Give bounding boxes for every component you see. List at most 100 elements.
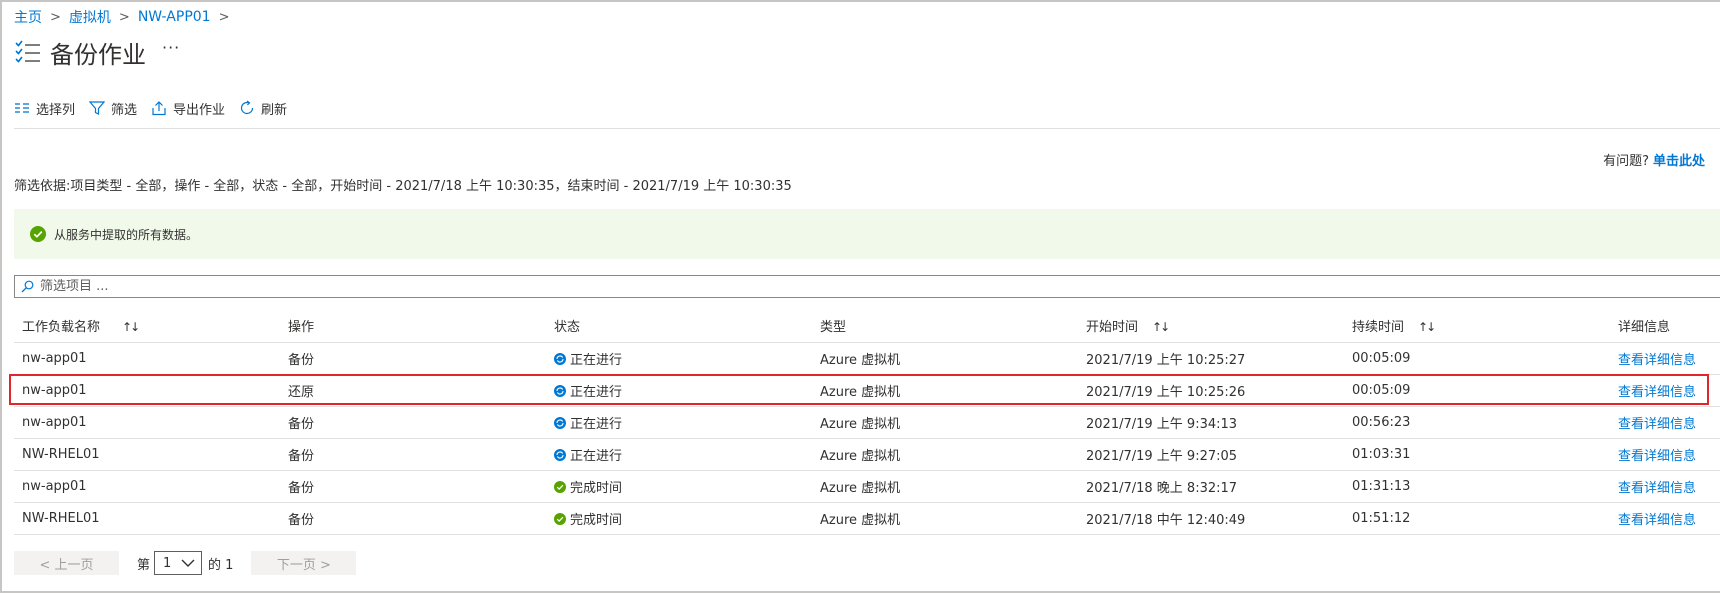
cell-status: 完成时间 <box>546 509 812 528</box>
breadcrumb-separator: > <box>218 9 230 25</box>
table-row[interactable]: nw-app01 备份 完成时间 Azure 虚拟机 2021/7/18 晚上 … <box>14 471 1720 503</box>
breadcrumb-vm-name[interactable]: NW-APP01 <box>138 9 211 25</box>
jobs-table: 工作负载名称 ↑↓ 操作 状态 类型 开始时间 ↑↓ 持续时间 ↑↓ 详细信息 nw-… <box>14 308 1720 535</box>
cell-status: 完成时间 <box>546 477 812 496</box>
column-header-workload[interactable]: 工作负载名称 ↑↓ <box>14 316 280 335</box>
page-total: 的 1 <box>208 557 234 573</box>
cell-workload: nw-app01 <box>22 415 87 430</box>
breadcrumb: 主页 > 虚拟机 > NW-APP01 > <box>14 6 238 28</box>
cell-duration: 01:03:31 <box>1352 447 1411 462</box>
cell-status: 正在进行 <box>546 349 812 368</box>
column-header-details: 详细信息 <box>1618 319 1671 335</box>
refresh-button[interactable]: 刷新 <box>239 99 287 118</box>
table-row[interactable]: NW-RHEL01 备份 正在进行 Azure 虚拟机 2021/7/19 上午… <box>14 439 1720 471</box>
breadcrumb-separator: > <box>50 9 61 25</box>
help-prefix: 有问题? <box>1603 154 1649 169</box>
filter-button[interactable]: 筛选 <box>89 99 137 118</box>
cell-start-time: 2021/7/18 晚上 8:32:17 <box>1086 481 1238 496</box>
cell-workload: nw-app01 <box>22 351 87 366</box>
choose-columns-button[interactable]: 选择列 <box>14 99 75 118</box>
cell-operation: 备份 <box>288 449 315 464</box>
banner-message: 从服务中提取的所有数据。 <box>54 227 199 242</box>
help-link[interactable]: 单击此处 <box>1653 154 1705 169</box>
breadcrumb-virtual-machines[interactable]: 虚拟机 <box>69 7 111 27</box>
cell-status: 正在进行 <box>546 381 812 400</box>
view-details-link[interactable]: 查看详细信息 <box>1610 509 1720 528</box>
more-options-button[interactable]: ··· <box>162 38 180 57</box>
column-header-status: 状态 <box>554 319 581 335</box>
next-page-button[interactable]: 下一页 > <box>251 551 357 575</box>
cell-workload: NW-RHEL01 <box>22 447 100 462</box>
cell-operation: 备份 <box>288 417 315 432</box>
view-details-link[interactable]: 查看详细信息 <box>1610 445 1720 464</box>
page-prefix: 第 <box>137 557 151 573</box>
view-details-link[interactable]: 查看详细信息 <box>1610 381 1720 400</box>
in-progress-icon <box>554 352 566 365</box>
export-icon <box>152 101 166 116</box>
page-select[interactable]: 1 <box>154 551 203 575</box>
table-row[interactable]: nw-app01 还原 正在进行 Azure 虚拟机 2021/7/19 上午 … <box>14 375 1720 407</box>
view-details-link[interactable]: 查看详细信息 <box>1610 477 1720 496</box>
cell-start-time: 2021/7/19 上午 9:27:05 <box>1086 449 1238 464</box>
pagination: < 上一页 第 1 的 1 下一页 > <box>14 551 357 575</box>
column-header-duration[interactable]: 持续时间 ↑↓ <box>1344 316 1610 335</box>
breadcrumb-home[interactable]: 主页 <box>14 7 42 27</box>
cell-start-time: 2021/7/19 上午 9:34:13 <box>1086 417 1238 432</box>
page-title: 备份作业 <box>50 40 146 69</box>
view-details-link[interactable]: 查看详细信息 <box>1610 413 1720 432</box>
success-check-icon <box>30 226 46 242</box>
help-text: 有问题? 单击此处 <box>1603 150 1705 169</box>
toolbar-divider <box>14 128 1720 129</box>
table-header: 工作负载名称 ↑↓ 操作 状态 类型 开始时间 ↑↓ 持续时间 ↑↓ 详细信息 <box>14 308 1720 343</box>
table-row[interactable]: NW-RHEL01 备份 完成时间 Azure 虚拟机 2021/7/18 中午… <box>14 503 1720 535</box>
cell-status: 正在进行 <box>546 445 812 464</box>
column-header-operation: 操作 <box>288 319 315 335</box>
cell-type: Azure 虚拟机 <box>820 385 901 400</box>
cell-type: Azure 虚拟机 <box>820 353 901 368</box>
table-row[interactable]: nw-app01 备份 正在进行 Azure 虚拟机 2021/7/19 上午 … <box>14 343 1720 375</box>
cell-duration: 00:56:23 <box>1352 415 1411 430</box>
in-progress-icon <box>554 384 566 397</box>
sort-icon[interactable]: ↑↓ <box>1418 320 1436 334</box>
cell-type: Azure 虚拟机 <box>820 513 901 528</box>
filter-icon <box>89 101 106 115</box>
cell-type: Azure 虚拟机 <box>820 481 901 496</box>
in-progress-icon <box>554 448 566 461</box>
cell-duration: 01:51:12 <box>1352 511 1411 526</box>
filter-label: 筛选 <box>111 102 138 118</box>
task-list-icon <box>14 37 44 67</box>
table-row[interactable]: nw-app01 备份 正在进行 Azure 虚拟机 2021/7/19 上午 … <box>14 407 1720 439</box>
column-header-start-time[interactable]: 开始时间 ↑↓ <box>1078 316 1344 335</box>
sort-icon[interactable]: ↑↓ <box>1152 320 1170 334</box>
refresh-icon <box>241 100 254 115</box>
in-progress-icon <box>554 416 566 429</box>
refresh-label: 刷新 <box>261 102 288 118</box>
cell-duration: 00:05:09 <box>1352 351 1411 366</box>
cell-duration: 01:31:13 <box>1352 479 1411 494</box>
cell-start-time: 2021/7/18 中午 12:40:49 <box>1086 513 1246 528</box>
completed-check-icon <box>554 480 566 493</box>
choose-columns-label: 选择列 <box>36 102 76 118</box>
cell-workload: nw-app01 <box>22 479 87 494</box>
view-details-link[interactable]: 查看详细信息 <box>1610 349 1720 368</box>
sort-icon[interactable]: ↑↓ <box>122 320 140 334</box>
cell-start-time: 2021/7/19 上午 10:25:26 <box>1086 385 1246 400</box>
export-jobs-button[interactable]: 导出作业 <box>151 99 225 118</box>
column-header-type: 类型 <box>820 319 847 335</box>
completed-check-icon <box>554 512 566 525</box>
cell-start-time: 2021/7/19 上午 10:25:27 <box>1086 353 1246 368</box>
filter-items-input[interactable] <box>40 279 640 294</box>
success-banner: 从服务中提取的所有数据。 <box>14 209 1720 259</box>
cell-type: Azure 虚拟机 <box>820 449 901 464</box>
chevron-down-icon <box>181 559 195 567</box>
search-icon <box>21 280 34 293</box>
cell-status: 正在进行 <box>546 413 812 432</box>
filter-description: 筛选依据:项目类型 - 全部，操作 - 全部，状态 - 全部，开始时间 - 20… <box>14 179 792 194</box>
cell-operation: 备份 <box>288 513 315 528</box>
cell-operation: 备份 <box>288 353 315 368</box>
previous-page-button[interactable]: < 上一页 <box>14 551 119 575</box>
page-select-value: 1 <box>163 555 172 571</box>
columns-icon <box>15 103 29 113</box>
page-header: 备份作业 ··· <box>14 34 180 70</box>
cell-duration: 00:05:09 <box>1352 383 1411 398</box>
